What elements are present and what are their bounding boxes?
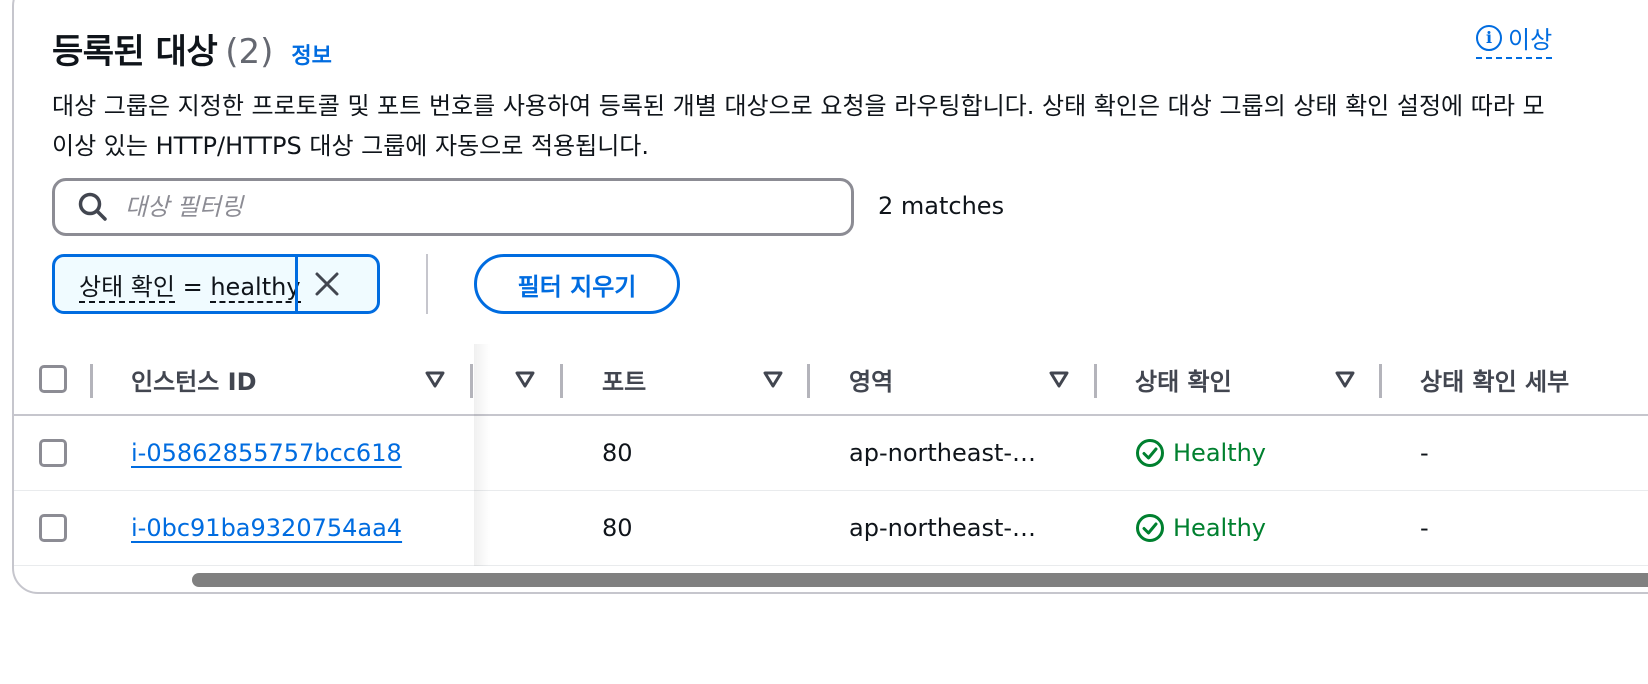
health-detail-cell: - [1420, 514, 1429, 542]
info-icon: i [1476, 24, 1502, 51]
targets-table: 인스턴스 ID 포트 영역 상태 확인 상태 확인 세부 i-058628557… [14, 344, 1648, 566]
description-line-2: 이상 있는 HTTP/HTTPS 대상 그룹에 자동으로 적용됩니다. [52, 132, 649, 160]
select-all-checkbox[interactable] [39, 365, 67, 393]
clear-filters-button[interactable]: 필터 지우기 [474, 254, 680, 314]
filter-token-operator: = [182, 272, 203, 301]
column-divider[interactable] [90, 364, 93, 398]
column-label: 영역 [849, 367, 894, 396]
section-description: 대상 그룹은 지정한 프로토콜 및 포트 번호를 사용하여 등록된 개별 대상으… [52, 86, 1648, 166]
table-row: i-05862855757bcc618 80 ap-northeast-… He… [14, 416, 1648, 491]
zone-cell: ap-northeast-… [849, 439, 1037, 467]
success-check-icon [1136, 514, 1164, 542]
section-header: 등록된 대상 (2) 정보 [52, 24, 332, 73]
port-cell: 80 [602, 514, 633, 542]
anomaly-info-link[interactable]: i 이상 [1476, 20, 1553, 59]
instance-id-cell: i-05862855757bcc618 [131, 416, 402, 490]
column-divider[interactable] [470, 364, 473, 398]
port-cell: 80 [602, 439, 633, 467]
sort-caret-down-icon[interactable] [424, 368, 446, 390]
table-row: i-0bc91ba9320754aa4 80 ap-northeast-… He… [14, 491, 1648, 566]
column-header-zone[interactable]: 영역 [849, 344, 893, 414]
row-select-cell [39, 416, 67, 490]
filter-token-value: healthy [210, 272, 301, 303]
column-header-instance-id[interactable]: 인스턴스 ID [131, 344, 257, 414]
column-label: 상태 확인 [1135, 367, 1232, 396]
instance-id-link[interactable]: i-05862855757bcc618 [131, 439, 402, 467]
anomaly-info-label: 이상 [1508, 26, 1553, 54]
health-status-label: Healthy [1173, 514, 1267, 542]
column-divider[interactable] [807, 364, 810, 398]
column-label: 인스턴스 ID [131, 367, 257, 396]
filter-token: 상태 확인 = healthy [52, 254, 380, 314]
row-checkbox[interactable] [39, 439, 67, 467]
column-divider[interactable] [1379, 364, 1382, 398]
close-icon [315, 272, 339, 296]
column-header-health-details[interactable]: 상태 확인 세부 [1420, 344, 1569, 414]
health-status-label: Healthy [1173, 439, 1267, 467]
column-divider[interactable] [560, 364, 563, 398]
sort-caret-down-icon[interactable] [1048, 368, 1070, 390]
column-label: 포트 [602, 367, 647, 396]
filter-divider [426, 254, 428, 314]
search-input[interactable] [123, 192, 787, 222]
health-cell: Healthy [1135, 416, 1266, 490]
row-checkbox[interactable] [39, 514, 67, 542]
column-label: 상태 확인 세부 [1420, 367, 1570, 396]
column-divider[interactable] [1094, 364, 1097, 398]
row-select-cell [39, 491, 67, 565]
column-header-health-status[interactable]: 상태 확인 [1135, 344, 1232, 414]
select-all-cell [39, 344, 67, 414]
column-header-port[interactable]: 포트 [602, 344, 646, 414]
section-title: 등록된 대상 [52, 32, 218, 72]
instance-id-link[interactable]: i-0bc91ba9320754aa4 [131, 514, 402, 542]
table-header: 인스턴스 ID 포트 영역 상태 확인 상태 확인 세부 [14, 344, 1648, 416]
description-line-1: 대상 그룹은 지정한 프로토콜 및 포트 번호를 사용하여 등록된 개별 대상으… [52, 92, 1545, 120]
search-icon [78, 192, 107, 221]
zone-cell: ap-northeast-… [849, 514, 1037, 542]
filter-token-property: 상태 확인 [79, 272, 175, 303]
health-status: Healthy [1135, 438, 1266, 468]
remove-filter-button[interactable] [295, 257, 356, 311]
sticky-column-shadow [474, 344, 490, 566]
instance-id-cell: i-0bc91ba9320754aa4 [131, 491, 402, 565]
target-count: (2) [225, 32, 274, 72]
sort-caret-down-icon[interactable] [1334, 368, 1356, 390]
horizontal-scrollbar[interactable] [192, 573, 1648, 587]
sort-caret-down-icon[interactable] [762, 368, 784, 390]
health-detail-cell: - [1420, 439, 1429, 467]
sort-caret-down-icon[interactable] [514, 368, 536, 390]
success-check-icon [1136, 439, 1164, 467]
health-status: Healthy [1135, 513, 1266, 543]
info-link[interactable]: 정보 [291, 38, 331, 70]
filter-token-label[interactable]: 상태 확인 = healthy [55, 267, 301, 303]
target-filter-search [52, 178, 854, 236]
health-cell: Healthy [1135, 491, 1266, 565]
match-count: 2 matches [878, 192, 1005, 220]
